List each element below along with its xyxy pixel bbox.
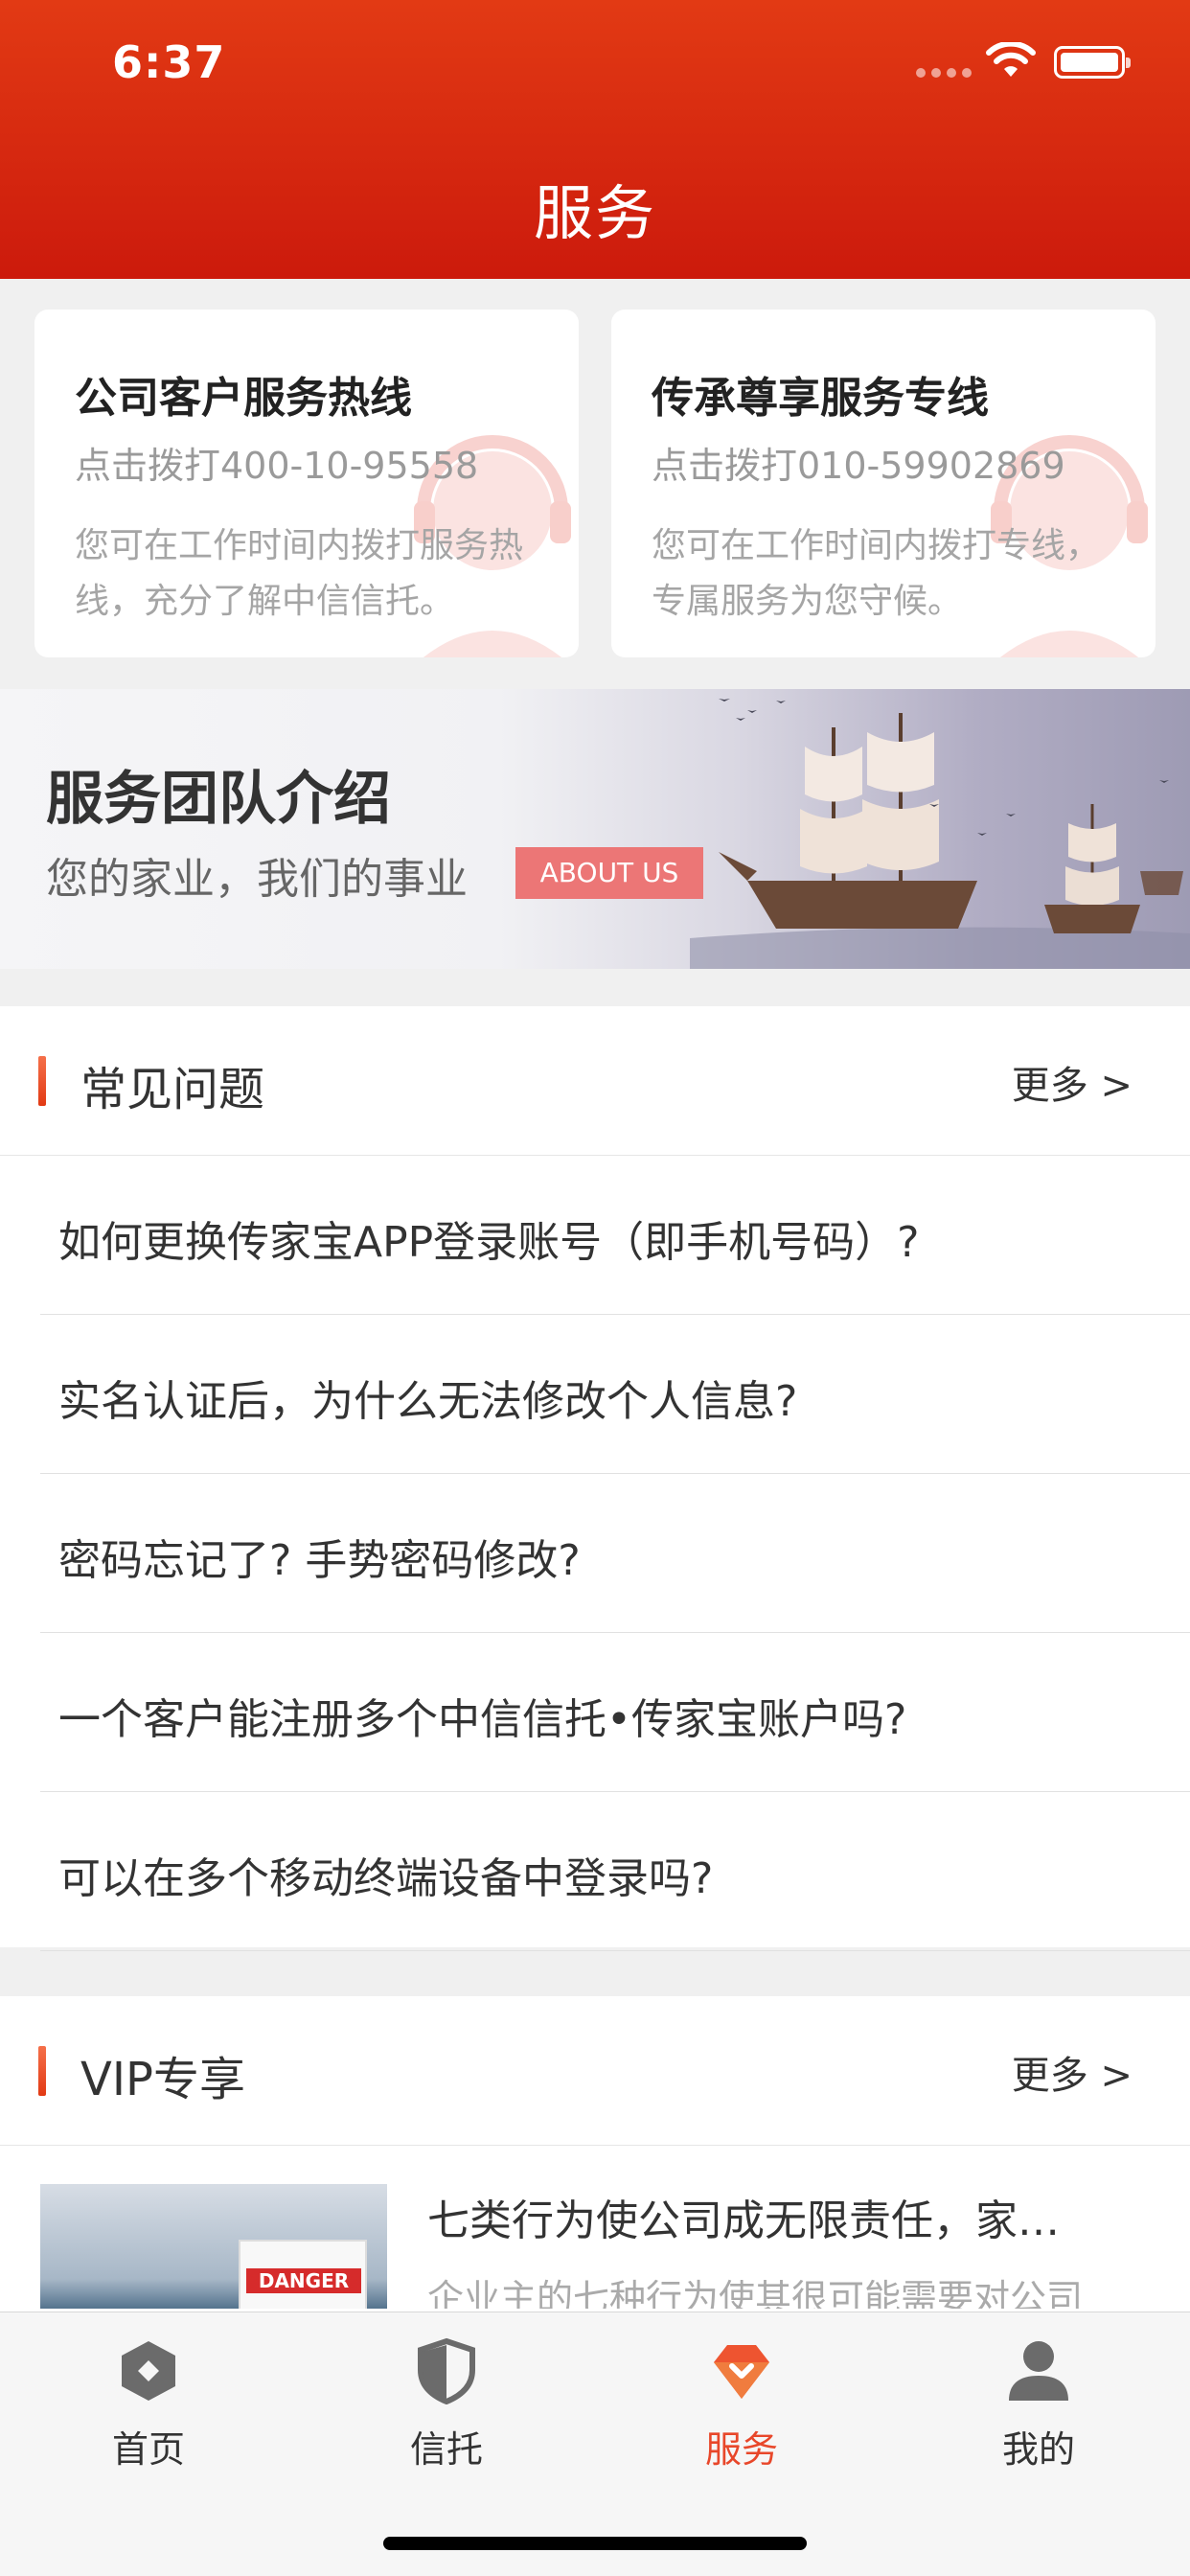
tab-label: 信托 [409, 2428, 483, 2471]
faq-section: 常见问题 更多 > 如何更换传家宝APP登录账号（即手机号码）? 实名认证后，为… [0, 1006, 1190, 1951]
tab-trust[interactable]: 信托 [360, 2337, 533, 2472]
about-us-button[interactable]: ABOUT US [515, 847, 703, 899]
danger-sign-image: DANGER [239, 2240, 367, 2309]
hotline-title: 公司客户服务热线 [75, 374, 412, 423]
banner-title: 服务团队介绍 [46, 766, 391, 833]
vip-section: VIP专享 更多 > DANGER 七类行为使公司成无限责任，家… 企业主的七种… [0, 1996, 1190, 2312]
tab-home[interactable]: 首页 [62, 2337, 235, 2472]
user-profile-icon [1009, 2341, 1068, 2401]
inheritance-hotline-card[interactable]: 传承尊享服务专线 点击拨打010-59902869 您可在工作时间内拨打专线，专… [611, 310, 1156, 657]
article-summary: 企业主的七种行为使其很可能需要对公司 [427, 2277, 1084, 2309]
vip-section-header: VIP专享 更多 > [0, 1996, 1190, 2146]
article-title: 七类行为使公司成无限责任，家… [427, 2196, 1060, 2245]
company-hotline-card[interactable]: 公司客户服务热线 点击拨打400-10-95558 您可在工作时间内拨打服务热线… [34, 310, 579, 657]
faq-question: 密码忘记了? 手势密码修改? [58, 1536, 581, 1585]
banner-subtitle: 您的家业，我们的事业 [46, 855, 468, 904]
faq-question: 如何更换传家宝APP登录账号（即手机号码）? [58, 1218, 920, 1267]
cellular-signal-icon [916, 68, 972, 78]
hotline-description: 您可在工作时间内拨打服务热线，充分了解中信信托。 [75, 526, 524, 621]
faq-section-title: 常见问题 [80, 1063, 265, 1116]
home-hexagon-icon [122, 2341, 175, 2401]
faq-list-item[interactable]: 如何更换传家宝APP登录账号（即手机号码）? [40, 1156, 1190, 1315]
wifi-icon [986, 42, 1036, 77]
tab-label: 我的 [1001, 2428, 1075, 2471]
trust-shield-icon [418, 2337, 475, 2404]
service-diamond-icon [714, 2345, 769, 2399]
faq-list-item[interactable]: 实名认证后，为什么无法修改个人信息? [40, 1315, 1190, 1474]
danger-label: DANGER [246, 2268, 361, 2293]
hotline-description: 您可在工作时间内拨打专线，专属服务为您守候。 [652, 526, 1101, 621]
tab-mine[interactable]: 我的 [952, 2337, 1125, 2472]
tab-service[interactable]: 服务 [655, 2337, 828, 2472]
article-thumbnail: DANGER [40, 2184, 387, 2309]
sailing-ships-image [690, 699, 1190, 969]
service-team-banner[interactable]: 服务团队介绍 您的家业，我们的事业 ABOUT US [0, 689, 1190, 969]
tab-label: 服务 [704, 2428, 778, 2471]
section-accent-bar [38, 1056, 46, 1106]
section-accent-bar [38, 2046, 46, 2096]
hotline-phone-link[interactable]: 点击拨打400-10-95558 [75, 436, 478, 489]
vip-section-title: VIP专享 [80, 2053, 245, 2106]
vip-article-item[interactable]: DANGER 七类行为使公司成无限责任，家… 企业主的七种行为使其很可能需要对公… [0, 2146, 1190, 2309]
faq-list-item[interactable]: 可以在多个移动终端设备中登录吗? [40, 1792, 1190, 1951]
faq-list-item[interactable]: 密码忘记了? 手势密码修改? [40, 1474, 1190, 1633]
faq-more-link[interactable]: 更多 > [1012, 1054, 1133, 1110]
page-title: 服务 [533, 178, 656, 248]
faq-question: 实名认证后，为什么无法修改个人信息? [58, 1377, 798, 1426]
hotline-phone-link[interactable]: 点击拨打010-59902869 [652, 436, 1065, 489]
faq-question: 可以在多个移动终端设备中登录吗? [58, 1854, 714, 1903]
faq-section-header: 常见问题 更多 > [0, 1006, 1190, 1156]
top-header: 6:37 服务 [0, 0, 1190, 279]
hotline-title: 传承尊享服务专线 [652, 374, 989, 423]
battery-icon [1054, 46, 1131, 79]
home-indicator [383, 2537, 807, 2550]
tab-label: 首页 [111, 2428, 185, 2471]
status-time: 6:37 [112, 36, 226, 88]
faq-list-item[interactable]: 一个客户能注册多个中信信托•传家宝账户吗? [40, 1633, 1190, 1792]
vip-more-link[interactable]: 更多 > [1012, 2044, 1133, 2100]
faq-question: 一个客户能注册多个中信信托•传家宝账户吗? [58, 1695, 907, 1744]
